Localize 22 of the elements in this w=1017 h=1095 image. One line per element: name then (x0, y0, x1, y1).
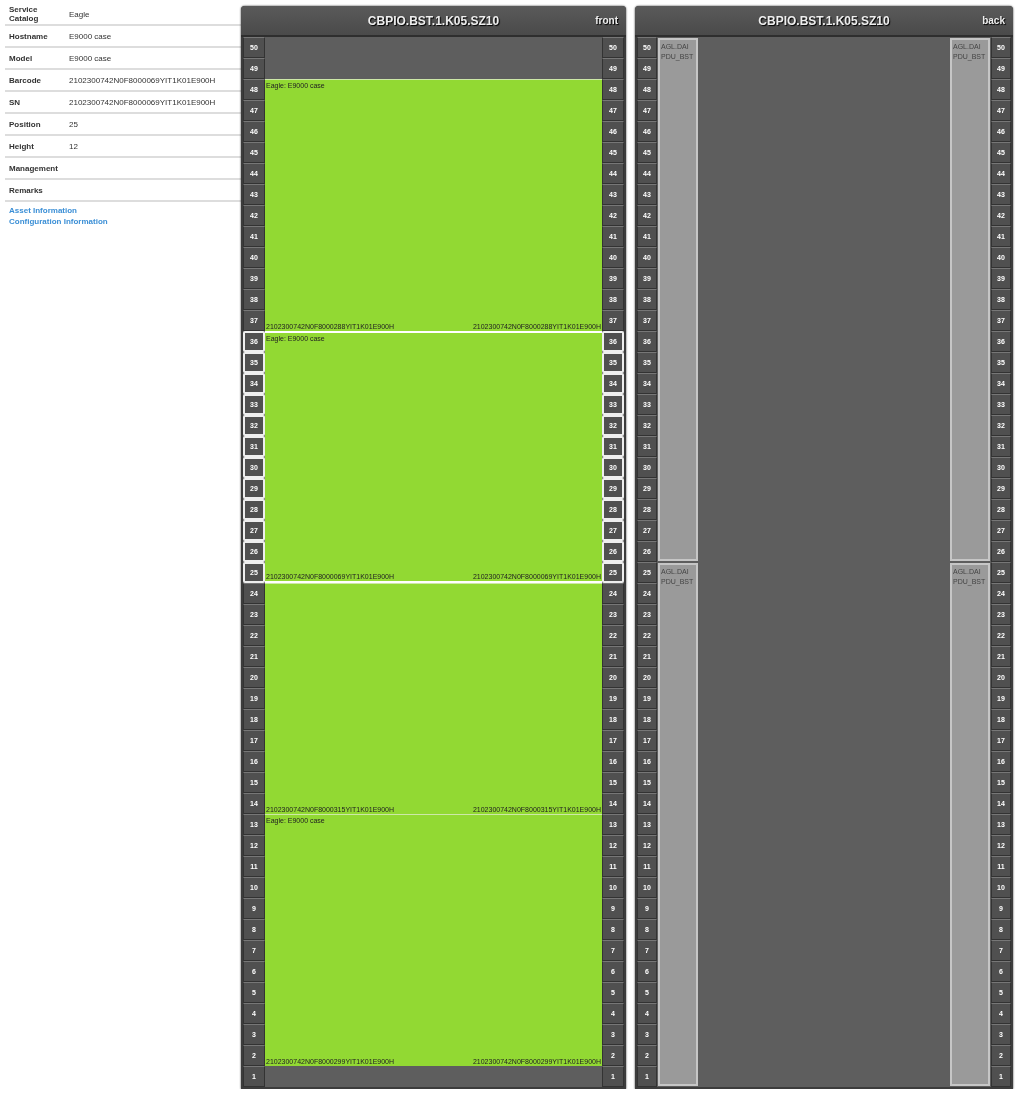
rack-side-label: back (982, 15, 1005, 26)
rack-side-label: front (595, 15, 618, 26)
property-label: SN (8, 97, 22, 107)
property-value: 2102300742N0F8000069YIT1K01E900H (69, 97, 216, 107)
info-link[interactable]: Configuration Information (9, 216, 108, 227)
property-value: 25 (69, 119, 78, 129)
property-label: Management (8, 163, 59, 173)
property-label: Position (8, 119, 42, 129)
info-link[interactable]: Asset Information (9, 205, 77, 216)
rack-title: CBPIO.BST.1.K05.SZ10 (367, 13, 500, 28)
property-label: Service Catalog (8, 5, 40, 23)
property-value: E9000 case (69, 31, 112, 41)
property-label: Height (8, 141, 35, 151)
rack-title: CBPIO.BST.1.K05.SZ10 (758, 13, 890, 28)
property-label: Model (8, 53, 34, 63)
property-label: Hostname (8, 31, 49, 41)
property-value: 12 (69, 141, 78, 151)
property-value: Eagle (69, 9, 90, 19)
property-label: Remarks (8, 185, 44, 195)
property-label: Barcode (8, 75, 42, 85)
property-value: E9000 case (69, 53, 112, 63)
property-value: 2102300742N0F8000069YIT1K01E900H (69, 75, 216, 85)
